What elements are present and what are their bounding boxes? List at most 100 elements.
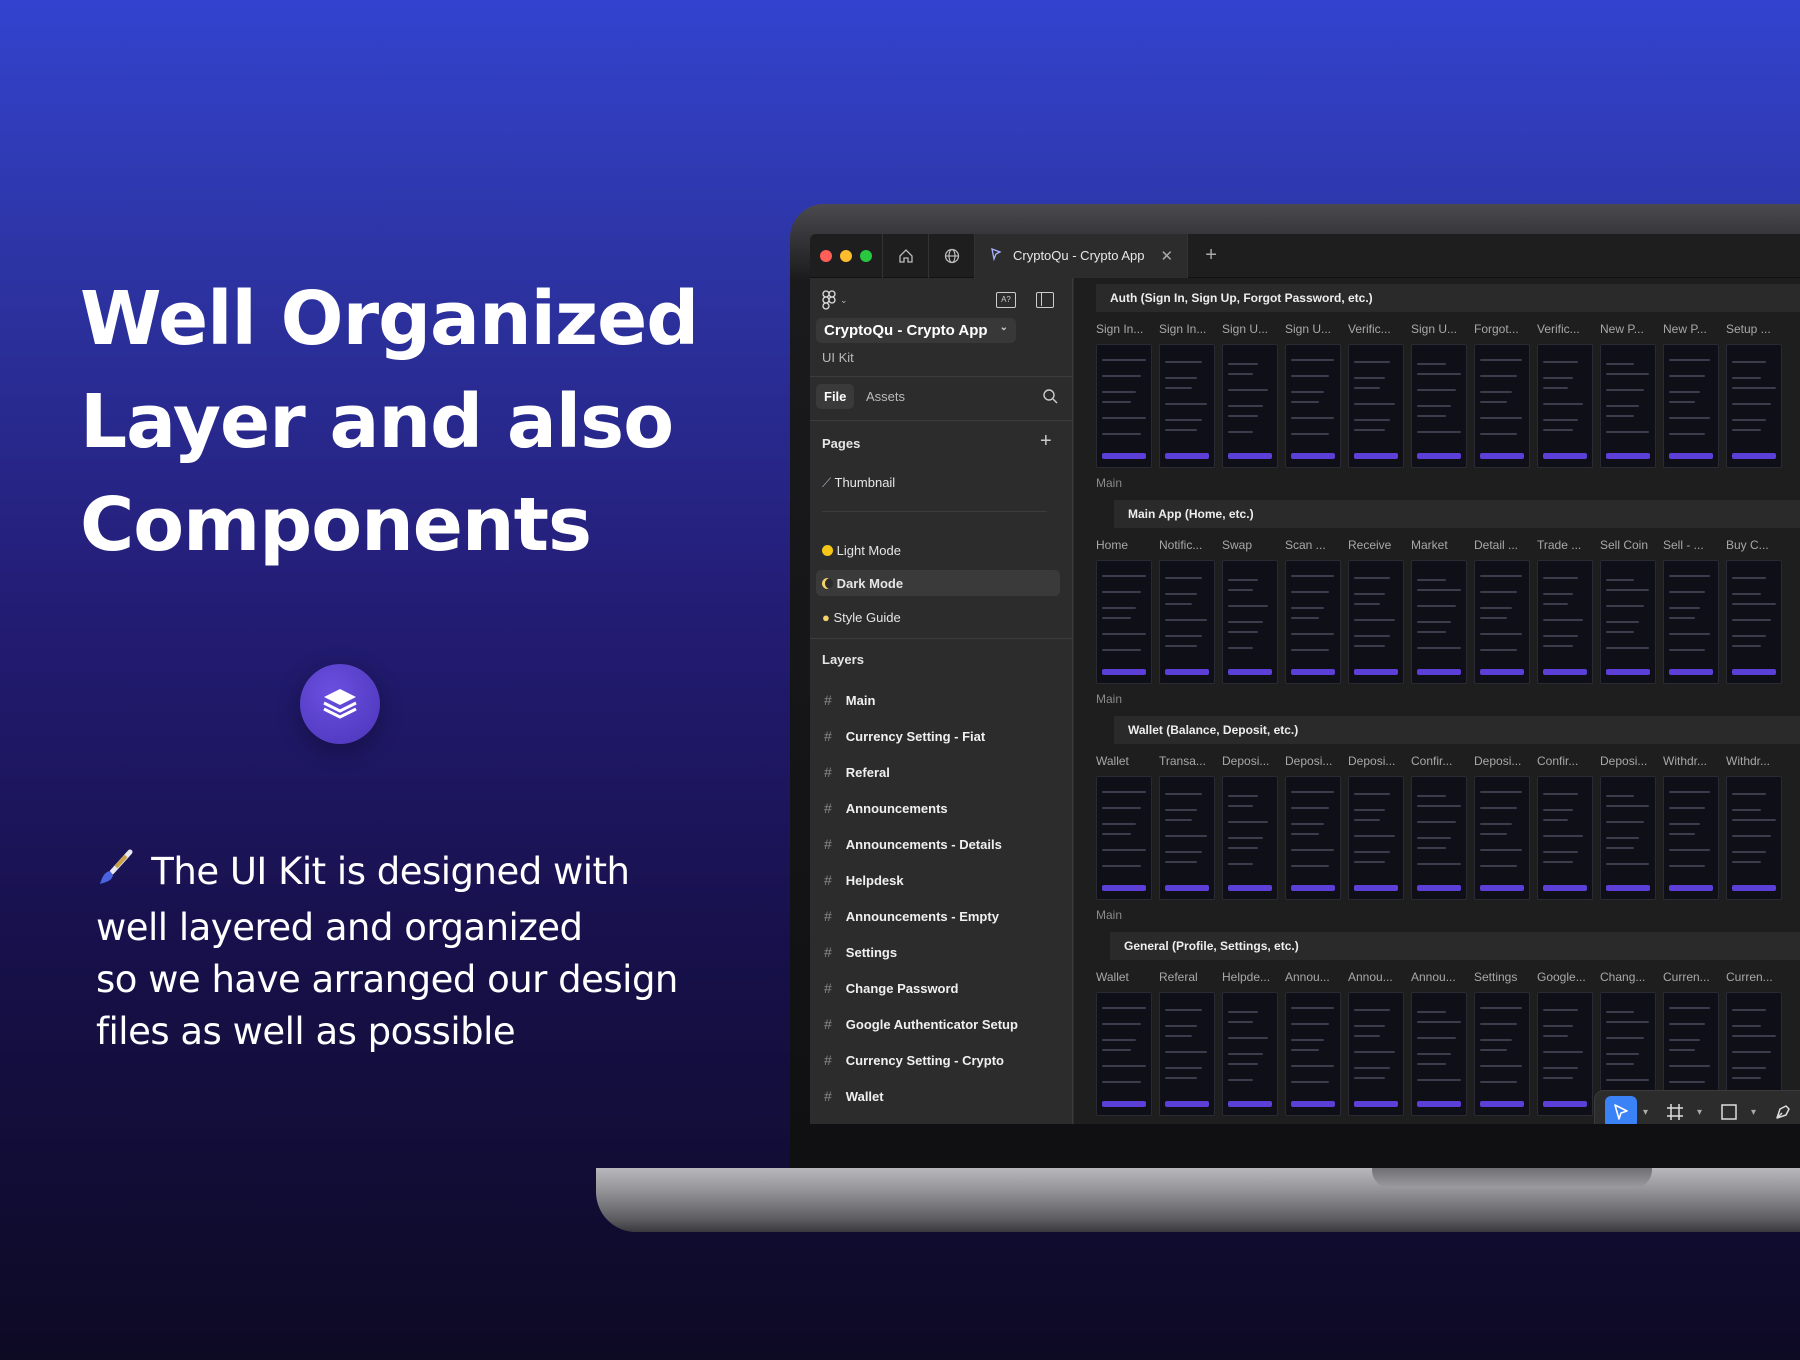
frame-thumbnail[interactable]: Settings (1474, 970, 1530, 1116)
frame-label: Deposi... (1600, 754, 1648, 768)
frame-thumbnail[interactable]: Sell Coin (1600, 538, 1656, 684)
move-tool-icon[interactable] (1605, 1096, 1637, 1124)
layer-row[interactable]: # Announcements (824, 800, 948, 816)
frame-label: Wallet (1096, 754, 1129, 768)
tab-assets[interactable]: Assets (866, 389, 905, 404)
page-thumbnail[interactable]: ⟋ Thumbnail (822, 475, 895, 491)
layer-label: Settings (845, 944, 898, 960)
file-name-button[interactable]: CryptoQu - Crypto App ⌄ (816, 318, 1016, 343)
layer-row[interactable]: # Currency Setting - Fiat (824, 728, 985, 744)
frame-icon: # (824, 980, 832, 996)
layer-row[interactable]: # Referal (824, 764, 890, 780)
frame-thumbnail[interactable]: Helpde... (1222, 970, 1278, 1116)
layer-row[interactable]: # Announcements - Details (824, 836, 1002, 852)
tab-file[interactable]: File (816, 384, 855, 409)
frame-thumbnail[interactable]: Receive (1348, 538, 1404, 684)
frame-thumbnail[interactable]: Confir... (1411, 754, 1467, 900)
frame-thumbnail[interactable]: Sign In... (1096, 322, 1152, 468)
frame-thumbnail[interactable]: Verific... (1348, 322, 1404, 468)
frame-thumbnail[interactable]: New P... (1600, 322, 1656, 468)
pen-tool-icon[interactable] (1767, 1096, 1799, 1124)
frame-thumbnail[interactable]: Deposi... (1474, 754, 1530, 900)
layer-label: Referal (845, 764, 890, 780)
page-dark-mode[interactable]: Dark Mode (822, 576, 903, 591)
rectangle-tool-icon[interactable] (1713, 1096, 1745, 1124)
frame-thumbnail[interactable]: Trade ... (1537, 538, 1593, 684)
frame-preview (1348, 776, 1404, 900)
frame-icon: # (824, 1052, 832, 1068)
frame-thumbnail[interactable]: Forgot... (1474, 322, 1530, 468)
frame-label: Annou... (1285, 970, 1330, 984)
close-window-button[interactable] (820, 249, 832, 262)
close-tab-icon[interactable]: ✕ (1161, 247, 1174, 265)
frame-preview (1663, 776, 1719, 900)
frame-thumbnail[interactable]: Sign In... (1159, 322, 1215, 468)
globe-icon[interactable] (928, 234, 974, 278)
frame-thumbnail[interactable]: Detail ... (1474, 538, 1530, 684)
frame-thumbnail[interactable]: Wallet (1096, 754, 1152, 900)
frame-thumbnail[interactable]: Deposi... (1222, 754, 1278, 900)
layer-row[interactable]: # Change Password (824, 980, 959, 996)
tab-cryptoqu[interactable]: CryptoQu - Crypto App ✕ (974, 234, 1189, 278)
minimize-window-button[interactable] (840, 249, 852, 262)
page-style-guide[interactable]: ● Style Guide (822, 610, 901, 625)
frame-thumbnail[interactable]: Deposi... (1600, 754, 1656, 900)
panel-toggle-icon[interactable] (1036, 292, 1054, 308)
layer-row[interactable]: # Currency Setting - Crypto (824, 1052, 1004, 1068)
page-light-mode[interactable]: Light Mode (822, 543, 901, 558)
layer-row[interactable]: # Main (824, 692, 875, 708)
text-style-icon[interactable]: A? (996, 292, 1016, 308)
frame-thumbnail[interactable]: Buy C... (1726, 538, 1782, 684)
layer-row[interactable]: # Wallet (824, 1088, 884, 1104)
chevron-down-icon[interactable]: ▾ (1697, 1107, 1707, 1118)
frame-thumbnail[interactable]: Annou... (1285, 970, 1341, 1116)
window-topbar: CryptoQu - Crypto App ✕ + (810, 234, 1800, 278)
frame-thumbnail[interactable]: Deposi... (1348, 754, 1404, 900)
frame-thumbnail[interactable]: Sell - ... (1663, 538, 1719, 684)
maximize-window-button[interactable] (860, 249, 872, 262)
design-canvas[interactable]: Auth (Sign In, Sign Up, Forgot Password,… (1074, 278, 1800, 1124)
layer-row[interactable]: # Settings (824, 944, 897, 960)
frame-thumbnail[interactable]: Setup ... (1726, 322, 1782, 468)
frame-thumbnail[interactable]: Confir... (1537, 754, 1593, 900)
chevron-down-icon[interactable]: ▾ (1643, 1107, 1653, 1118)
frame-thumbnail[interactable]: New P... (1663, 322, 1719, 468)
frame-thumbnail[interactable]: Notific... (1159, 538, 1215, 684)
home-icon[interactable] (882, 234, 928, 278)
frame-tool-icon[interactable] (1659, 1096, 1691, 1124)
frame-thumbnail[interactable]: Sign U... (1222, 322, 1278, 468)
frame-thumbnail[interactable]: Annou... (1411, 970, 1467, 1116)
frame-preview (1474, 560, 1530, 684)
layer-row[interactable]: # Announcements - Empty (824, 908, 999, 924)
add-page-icon[interactable]: + (1040, 430, 1052, 453)
frame-thumbnail[interactable]: Transa... (1159, 754, 1215, 900)
new-tab-icon[interactable]: + (1188, 234, 1234, 278)
frame-thumbnail[interactable]: Withdr... (1726, 754, 1782, 900)
frame-preview (1474, 344, 1530, 468)
tab-title: CryptoQu - Crypto App (1013, 248, 1145, 263)
figma-menu-button[interactable]: ⌄ (822, 290, 848, 310)
frame-preview (1096, 560, 1152, 684)
frame-thumbnail[interactable]: Scan ... (1285, 538, 1341, 684)
frame-thumbnail[interactable]: Home (1096, 538, 1152, 684)
frame-thumbnail[interactable]: Deposi... (1285, 754, 1341, 900)
chevron-down-icon[interactable]: ▾ (1751, 1107, 1761, 1118)
frame-label: Withdr... (1663, 754, 1708, 768)
frame-thumbnail[interactable]: Annou... (1348, 970, 1404, 1116)
file-subtitle: UI Kit (822, 350, 854, 365)
frame-thumbnail[interactable]: Referal (1159, 970, 1215, 1116)
frame-thumbnail[interactable]: Wallet (1096, 970, 1152, 1116)
frame-thumbnail[interactable]: Withdr... (1663, 754, 1719, 900)
pages-heading: Pages (822, 436, 861, 451)
frame-thumbnail[interactable]: Sign U... (1411, 322, 1467, 468)
frame-thumbnail[interactable]: Verific... (1537, 322, 1593, 468)
layer-row[interactable]: # Google Authenticator Setup (824, 1016, 1018, 1032)
frame-thumbnail[interactable]: Sign U... (1285, 322, 1341, 468)
frame-label: Curren... (1726, 970, 1773, 984)
search-icon[interactable] (1042, 388, 1058, 409)
frame-thumbnail[interactable]: Market (1411, 538, 1467, 684)
frame-thumbnail[interactable]: Google... (1537, 970, 1593, 1116)
layer-row[interactable]: # Helpdesk (824, 872, 904, 888)
lightbulb-icon: ● (822, 610, 830, 625)
frame-thumbnail[interactable]: Swap (1222, 538, 1278, 684)
